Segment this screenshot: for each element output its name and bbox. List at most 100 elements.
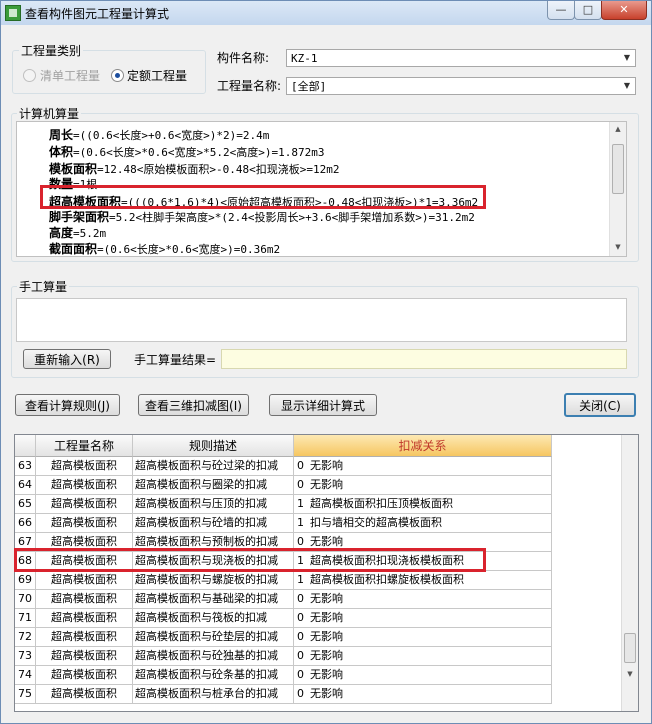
calc-line-name: 截面面积	[49, 242, 98, 256]
cell-name[interactable]: 超高模板面积	[36, 495, 133, 514]
cell-rule[interactable]: 超高模板面积与基础梁的扣减	[133, 590, 294, 609]
cell-name[interactable]: 超高模板面积	[36, 647, 133, 666]
cell-index[interactable]: 70	[15, 590, 36, 609]
cell-rule[interactable]: 超高模板面积与砼墙的扣减	[133, 514, 294, 533]
radio-bill-quantity-label: 清单工程量	[40, 69, 101, 83]
scroll-thumb[interactable]	[612, 144, 624, 194]
cell-rule[interactable]: 超高模板面积与砼独基的扣减	[133, 647, 294, 666]
cell-index[interactable]: 75	[15, 685, 36, 704]
cell-relation[interactable]: 无影响	[308, 457, 552, 476]
reenter-button[interactable]: 重新输入(R)	[23, 349, 111, 369]
app-icon	[5, 5, 21, 21]
scroll-down-icon[interactable]: ▼	[622, 667, 638, 681]
cell-rule[interactable]: 超高模板面积与筏板的扣减	[133, 609, 294, 628]
manual-calc-group-label: 手工算量	[17, 278, 70, 295]
cell-relation[interactable]: 无影响	[308, 476, 552, 495]
cell-code[interactable]: 0	[294, 609, 308, 628]
cell-relation[interactable]: 无影响	[308, 609, 552, 628]
deduction-table[interactable]: 工程量名称 规则描述 扣减关系 63 超高模板面积 超高模板面积与砼过梁的扣减 0 无影…	[14, 434, 639, 712]
dialog-window: 查看构件图元工程量计算式 — □ ✕ 工程量类别 清单工程量 定额工程量 构件名…	[0, 0, 652, 724]
cell-relation[interactable]: 无影响	[308, 666, 552, 685]
cell-code[interactable]: 1	[294, 495, 308, 514]
cell-name[interactable]: 超高模板面积	[36, 571, 133, 590]
cell-rule[interactable]: 超高模板面积与螺旋板的扣减	[133, 571, 294, 590]
cell-code[interactable]: 1	[294, 514, 308, 533]
cell-code[interactable]: 0	[294, 647, 308, 666]
quantity-name-value: [全部]	[291, 80, 327, 93]
cell-index[interactable]: 74	[15, 666, 36, 685]
radio-quota-quantity[interactable]	[111, 69, 124, 82]
cell-index[interactable]: 71	[15, 609, 36, 628]
radio-quota-quantity-label: 定额工程量	[127, 69, 188, 83]
cell-index[interactable]: 64	[15, 476, 36, 495]
calc-line-scaffold: 脚手架面积=5.2<柱脚手架高度>*(2.4<投影周长>+3.6<脚手架增加系数…	[49, 208, 475, 225]
cell-relation[interactable]: 无影响	[308, 628, 552, 647]
cell-name[interactable]: 超高模板面积	[36, 476, 133, 495]
view-rules-button[interactable]: 查看计算规则(J)	[15, 394, 120, 416]
cell-index[interactable]: 66	[15, 514, 36, 533]
quantity-name-select[interactable]: [全部] ▼	[286, 77, 636, 95]
cell-rule[interactable]: 超高模板面积与砼过梁的扣减	[133, 457, 294, 476]
cell-index[interactable]: 63	[15, 457, 36, 476]
column-header-index[interactable]	[15, 435, 36, 457]
cell-rule[interactable]: 超高模板面积与砼垫层的扣减	[133, 628, 294, 647]
column-header-rule[interactable]: 规则描述	[133, 435, 294, 457]
scroll-down-icon[interactable]: ▼	[610, 240, 626, 254]
scroll-up-icon[interactable]: ▲	[610, 122, 626, 136]
quantity-name-label: 工程量名称:	[217, 79, 282, 93]
cell-relation[interactable]: 超高模板面积扣螺旋板模板面积	[308, 571, 552, 590]
cell-index[interactable]: 69	[15, 571, 36, 590]
cell-relation[interactable]: 无影响	[308, 590, 552, 609]
calc-line-name: 体积	[49, 145, 74, 159]
maximize-button[interactable]: □	[574, 1, 602, 20]
calc-line-expr: =5.2<柱脚手架高度>*(2.4<投影周长>+3.6<脚手架增加系数>)=31…	[109, 211, 475, 224]
manual-calc-input[interactable]	[16, 298, 627, 342]
cell-rule[interactable]: 超高模板面积与圈梁的扣减	[133, 476, 294, 495]
cell-name[interactable]: 超高模板面积	[36, 514, 133, 533]
view-3d-button[interactable]: 查看三维扣减图(I)	[138, 394, 249, 416]
cell-code[interactable]: 0	[294, 590, 308, 609]
cell-rule[interactable]: 超高模板面积与压顶的扣减	[133, 495, 294, 514]
cell-name[interactable]: 超高模板面积	[36, 590, 133, 609]
cell-name[interactable]: 超高模板面积	[36, 666, 133, 685]
show-detail-button[interactable]: 显示详细计算式	[269, 394, 377, 416]
computer-calc-group-label: 计算机算量	[17, 105, 82, 122]
calc-line-expr: =(0.6<长度>*0.6<宽度>)=0.36m2	[97, 243, 281, 256]
title-bar[interactable]: 查看构件图元工程量计算式 — □ ✕	[1, 1, 651, 25]
cell-rule[interactable]: 超高模板面积与桩承台的扣减	[133, 685, 294, 704]
cell-name[interactable]: 超高模板面积	[36, 628, 133, 647]
cell-code[interactable]: 0	[294, 476, 308, 495]
calc-line-section-area: 截面面积=(0.6<长度>*0.6<宽度>)=0.36m2	[49, 240, 281, 256]
calc-line-volume: 体积=(0.6<长度>*0.6<宽度>*5.2<高度>)=1.872m3	[49, 143, 324, 160]
cell-code[interactable]: 0	[294, 628, 308, 647]
cell-index[interactable]: 72	[15, 628, 36, 647]
cell-code[interactable]: 0	[294, 666, 308, 685]
column-header-relation[interactable]: 扣减关系	[294, 435, 552, 457]
scroll-thumb[interactable]	[624, 633, 636, 663]
cell-rule[interactable]: 超高模板面积与砼条基的扣减	[133, 666, 294, 685]
calc-line-expr: =5.2m	[73, 227, 107, 240]
minimize-button[interactable]: —	[547, 1, 575, 20]
table-scrollbar[interactable]: ▼	[621, 435, 638, 711]
cell-code[interactable]: 1	[294, 571, 308, 590]
cell-code[interactable]: 0	[294, 685, 308, 704]
cell-name[interactable]: 超高模板面积	[36, 609, 133, 628]
radio-bill-quantity[interactable]	[23, 69, 36, 82]
calc-scrollbar[interactable]: ▲ ▼	[609, 122, 626, 256]
cell-relation[interactable]: 无影响	[308, 647, 552, 666]
cell-relation[interactable]: 无影响	[308, 685, 552, 704]
cell-name[interactable]: 超高模板面积	[36, 457, 133, 476]
cell-relation[interactable]: 扣与墙相交的超高模板面积	[308, 514, 552, 533]
cell-index[interactable]: 73	[15, 647, 36, 666]
window-close-button[interactable]: ✕	[601, 1, 647, 20]
close-button[interactable]: 关闭(C)	[564, 393, 636, 417]
calc-line-name: 模板面积	[49, 162, 98, 176]
column-header-name[interactable]: 工程量名称	[36, 435, 133, 457]
cell-relation[interactable]: 超高模板面积扣压顶模板面积	[308, 495, 552, 514]
manual-result-field[interactable]	[221, 349, 627, 369]
component-name-select[interactable]: KZ-1 ▼	[286, 49, 636, 67]
cell-name[interactable]: 超高模板面积	[36, 685, 133, 704]
cell-index[interactable]: 65	[15, 495, 36, 514]
cell-code[interactable]: 0	[294, 457, 308, 476]
calc-line-expr: =(0.6<长度>*0.6<宽度>*5.2<高度>)=1.872m3	[73, 146, 325, 159]
